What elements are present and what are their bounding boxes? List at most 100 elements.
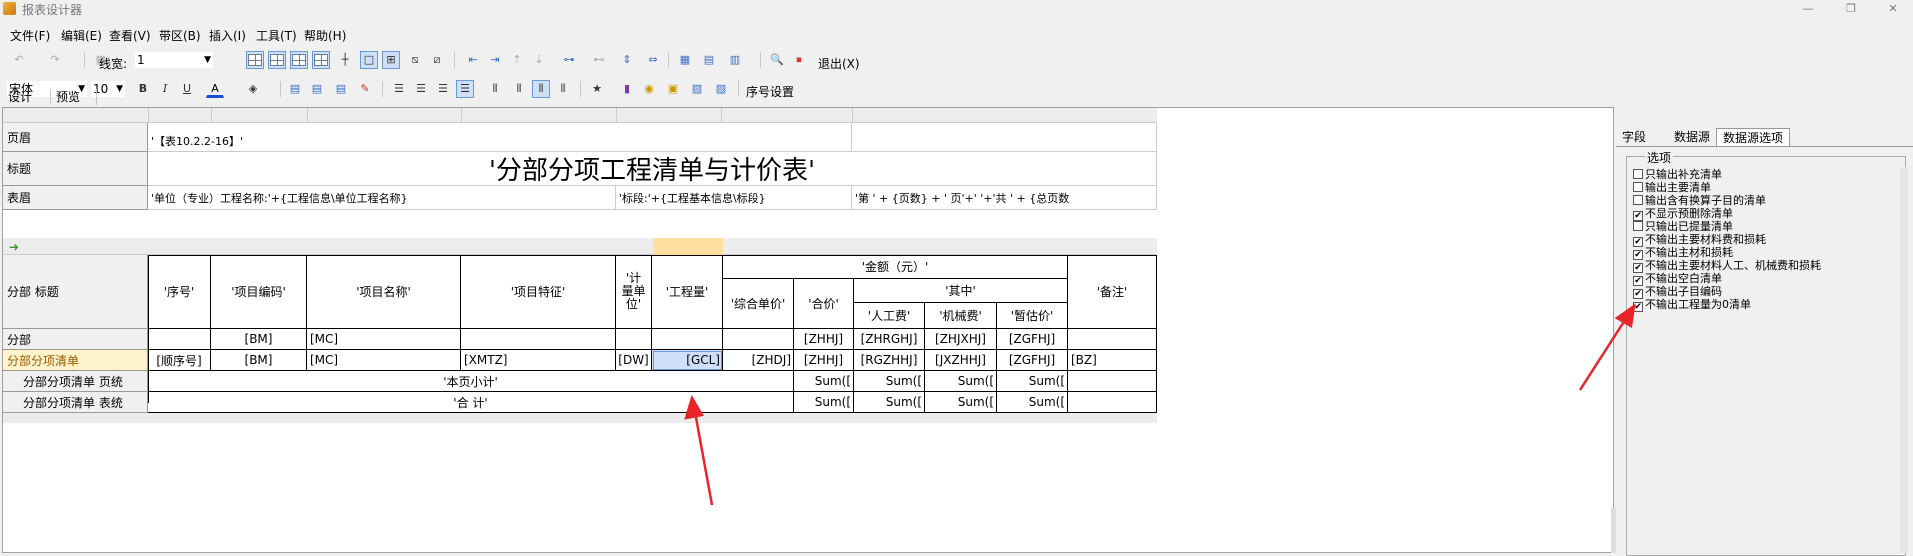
checkbox[interactable] [1633,221,1643,231]
cell[interactable] [148,329,211,350]
table-grid-icon[interactable]: ▦ [676,51,694,69]
undo-icon[interactable]: ↶ [10,51,28,69]
checkbox[interactable] [1633,182,1643,192]
checkbox[interactable]: ✔ [1633,276,1643,286]
cell[interactable] [723,329,794,350]
minimize-button[interactable]: — [1800,2,1816,16]
diagonal-down-icon[interactable]: ⧅ [406,51,424,69]
cell-table-sum-machine[interactable]: Sum([ [925,392,997,413]
cross-border-icon[interactable]: ┼ [336,51,354,69]
section-field[interactable]: '标段:'+{工程基本信息\标段} [616,186,852,210]
header-text[interactable]: '【表10.2.2-16】' [148,123,852,152]
menu-help[interactable]: 帮助(H) [304,27,346,44]
cell[interactable] [1068,371,1157,392]
cell-division-labor[interactable]: [ZHRGHJ] [854,329,925,350]
col-seq[interactable]: '序号' [148,255,211,329]
cell-item-feature[interactable]: [XMTZ] [461,350,616,371]
cell-item-unit[interactable]: [DW] [616,350,652,371]
stop-icon[interactable]: ⏹ [790,51,808,69]
exit-button[interactable]: 退出(X) [818,55,860,72]
cell-table-sum-prov[interactable]: Sum([ [997,392,1068,413]
insert-col-left-icon[interactable]: ⇤ [464,51,482,69]
insert-col-right-icon[interactable]: ⇥ [486,51,504,69]
col-unit[interactable]: '计量单位' [616,255,652,329]
menu-view[interactable]: 查看(V) [109,27,151,44]
cell-item-labor[interactable]: [RGZHHJ] [854,350,925,371]
cell-page-sum-prov[interactable]: Sum([ [997,371,1068,392]
maximize-button[interactable]: ❐ [1843,2,1859,16]
cell-table-sum-total[interactable]: Sum([ [794,392,854,413]
tab-preview[interactable]: 预览 [56,88,80,105]
col-total[interactable]: '合价' [794,279,854,329]
checkbox[interactable]: ✔ [1633,289,1643,299]
checkbox[interactable]: ✔ [1633,237,1643,247]
header-blank[interactable] [852,123,1157,152]
menu-file[interactable]: 文件(F) [10,27,50,44]
col-labor[interactable]: '人工费' [854,303,925,329]
cell-item-remark[interactable]: [BZ] [1068,350,1157,371]
cell[interactable] [1068,329,1157,350]
line-width-select[interactable]: 1 ▼ [134,51,214,69]
row-height-icon[interactable]: ⇕ [618,51,636,69]
merge-cells-icon[interactable]: ⊶ [560,51,578,69]
col-provisional[interactable]: '暂估价' [997,303,1068,329]
align-center-top-icon[interactable] [268,51,286,69]
menu-edit[interactable]: 编辑(E) [61,27,102,44]
inner-border-icon[interactable]: ⊞ [382,51,400,69]
cell-table-sum-labor[interactable]: Sum([ [854,392,925,413]
diagonal-up-icon[interactable]: ⧄ [428,51,446,69]
align-bottom-icon[interactable] [312,51,330,69]
cell-item-price[interactable]: [ZHDJ] [723,350,794,371]
cell[interactable] [652,329,723,350]
split-cells-icon[interactable]: ⊷ [590,51,608,69]
cell-item-name[interactable]: [MC] [307,350,461,371]
design-canvas[interactable]: 页眉 '【表10.2.2-16】' 标题 '分部分项工程清单与计价表' 表眉 '… [2,107,1614,553]
checkbox[interactable]: ✔ [1633,263,1643,273]
cell[interactable] [461,329,616,350]
grand-total-label[interactable]: '合 计' [148,392,794,413]
unit-name-field[interactable]: '单位（专业）工程名称:'+{工程信息\单位工程名称} [148,186,616,210]
option-item[interactable]: ✔ 不输出工程量为0清单 [1633,299,1751,312]
cell-item-total[interactable]: [ZHHJ] [794,350,854,371]
print-preview-icon[interactable]: 🔍 [768,51,786,69]
cell-page-sum-labor[interactable]: Sum([ [854,371,925,392]
checkbox[interactable]: ✔ [1633,250,1643,260]
menu-band[interactable]: 带区(B) [159,27,201,44]
tab-fields[interactable]: 字段 [1616,128,1652,145]
col-amount[interactable]: '金额（元）' [723,255,1068,279]
cell-item-machine[interactable]: [JXZHHJ] [925,350,997,371]
col-among[interactable]: '其中' [854,279,1068,303]
cell[interactable] [1068,392,1157,413]
menu-insert[interactable]: 插入(I) [209,27,246,44]
cell-page-sum-machine[interactable]: Sum([ [925,371,997,392]
tab-datasource-options[interactable]: 数据源选项 [1716,128,1791,146]
col-remark[interactable]: '备注' [1068,255,1157,329]
cell-division-code[interactable]: [BM] [211,329,307,350]
page-subtotal-label[interactable]: '本页小计' [148,371,794,392]
redo-icon[interactable]: ↷ [46,51,64,69]
insert-row-above-icon[interactable]: ⇡ [508,51,526,69]
tab-design[interactable]: 设计 [8,88,32,105]
menu-tools[interactable]: 工具(T) [256,27,297,44]
cell-page-sum-total[interactable]: Sum([ [794,371,854,392]
cell-item-prov[interactable]: [ZGFHJ] [997,350,1068,371]
col-qty[interactable]: '工程量' [652,255,723,329]
tab-datasource[interactable]: 数据源 [1668,128,1716,145]
report-title[interactable]: '分部分项工程清单与计价表' [148,152,1157,186]
cell-division-total[interactable]: [ZHHJ] [794,329,854,350]
col-unit-price[interactable]: '综合单价' [723,279,794,329]
align-right-top-icon[interactable] [290,51,308,69]
outer-border-icon[interactable]: □ [360,51,378,69]
checkbox[interactable]: ✔ [1633,302,1643,312]
col-feature[interactable]: '项目特征' [461,255,616,329]
cell-item-code[interactable]: [BM] [211,350,307,371]
checkbox[interactable] [1633,195,1643,205]
options-scrollbar[interactable] [1900,167,1908,553]
col-name[interactable]: '项目名称' [307,255,461,329]
checkbox[interactable] [1633,169,1643,179]
cell[interactable] [616,329,652,350]
cell-item-qty[interactable]: [GCL] [652,350,723,371]
table-list-icon[interactable]: ▤ [700,51,718,69]
cell-division-name[interactable]: [MC] [307,329,461,350]
cell-division-prov[interactable]: [ZGFHJ] [997,329,1068,350]
